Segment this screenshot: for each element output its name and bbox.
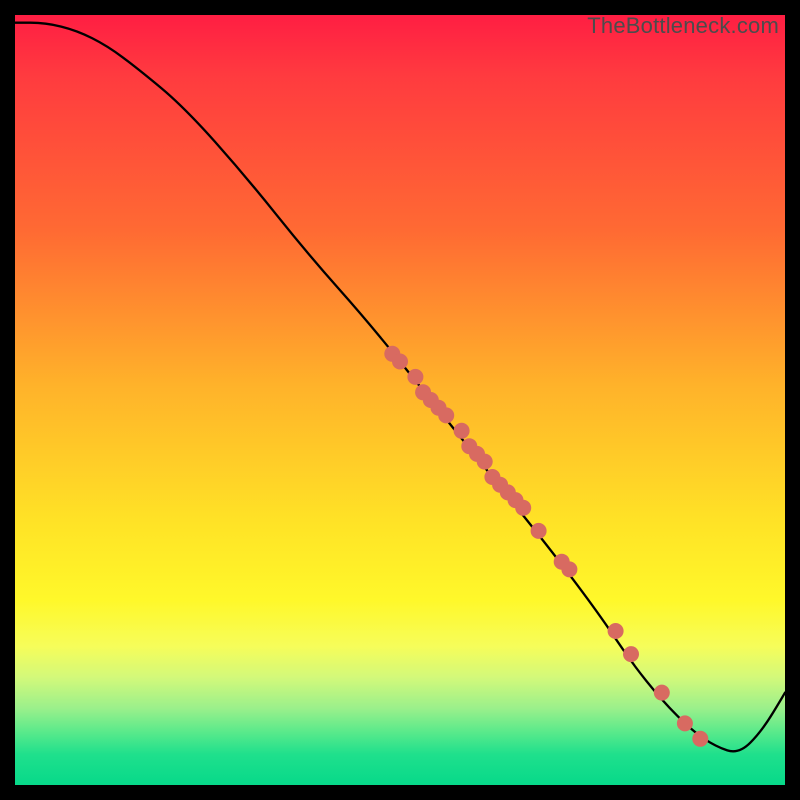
marker-dot — [561, 561, 577, 577]
marker-dot — [608, 623, 624, 639]
marker-dot — [477, 454, 493, 470]
marker-dot — [392, 354, 408, 370]
chart-frame: TheBottleneck.com — [0, 0, 800, 800]
marker-dot — [515, 500, 531, 516]
marker-dot — [677, 715, 693, 731]
marker-dot — [454, 423, 470, 439]
chart-overlay — [15, 15, 785, 785]
marker-dot — [654, 685, 670, 701]
marker-dot — [438, 407, 454, 423]
marker-dot — [407, 369, 423, 385]
bottleneck-curve — [15, 23, 785, 752]
marker-dot — [623, 646, 639, 662]
marker-dot — [531, 523, 547, 539]
marker-dot — [692, 731, 708, 747]
